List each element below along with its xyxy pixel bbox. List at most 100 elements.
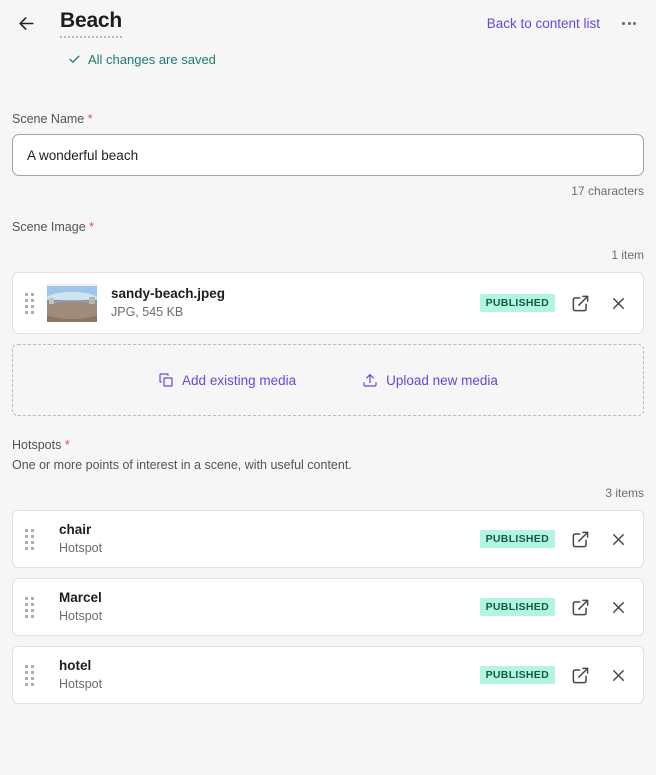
save-status-label: All changes are saved	[88, 51, 216, 67]
check-icon	[68, 53, 81, 66]
hotspot-item-name: Marcel	[59, 590, 102, 605]
media-item-text: sandy-beach.jpeg JPG, 545 KB	[111, 285, 480, 321]
handle-dot	[31, 310, 34, 314]
drag-handle-icon[interactable]	[23, 596, 39, 618]
handle-dot	[25, 608, 28, 612]
hotspot-item-row[interactable]: Marcel Hotspot PUBLISHED	[12, 578, 644, 636]
page-title-wrap: Beach	[60, 9, 122, 38]
handle-dot	[25, 310, 28, 314]
scene-name-input[interactable]	[12, 134, 644, 176]
hotspots-count: 3 items	[605, 486, 644, 500]
upload-new-media-label: Upload new media	[386, 372, 498, 388]
hotspot-item-type: Hotspot	[59, 541, 103, 555]
handle-dot	[31, 682, 34, 686]
handle-dot	[25, 292, 28, 296]
hotspots-label: Hotspots *	[12, 438, 644, 452]
upload-new-media-button[interactable]: Upload new media	[362, 372, 498, 388]
required-marker: *	[64, 438, 70, 452]
hotspot-item-name: hotel	[59, 658, 92, 673]
handle-dot	[31, 546, 34, 550]
scene-name-label: Scene Name *	[12, 112, 644, 126]
open-in-new-icon[interactable]	[567, 594, 593, 620]
hotspot-item-type: Hotspot	[59, 609, 103, 623]
hotspot-item-text: hotel Hotspot	[59, 657, 480, 693]
handle-dot	[31, 676, 34, 680]
handle-dot	[31, 596, 34, 600]
scene-name-field: Scene Name * 17 characters	[12, 112, 644, 198]
required-marker: *	[89, 220, 95, 234]
scene-editor-page: Beach Back to content list All changes a…	[0, 0, 656, 775]
handle-dot	[25, 298, 28, 302]
scene-image-count: 1 item	[611, 248, 644, 262]
handle-dot	[25, 528, 28, 532]
handle-dot	[25, 676, 28, 680]
hotspot-item-text: Marcel Hotspot	[59, 589, 480, 625]
media-item-name: sandy-beach.jpeg	[111, 286, 226, 301]
drag-handle-icon[interactable]	[23, 528, 39, 550]
save-status: All changes are saved	[0, 46, 656, 72]
open-in-new-icon[interactable]	[567, 662, 593, 688]
close-icon[interactable]	[605, 594, 631, 620]
status-badge: PUBLISHED	[479, 294, 555, 312]
scene-image-field: Scene Image * 1 item sandy-beach.jpeg JP…	[12, 220, 644, 416]
drag-handle-icon[interactable]	[23, 292, 39, 314]
handle-dot	[25, 602, 28, 606]
back-to-content-list-link[interactable]: Back to content list	[487, 16, 600, 31]
scene-image-label: Scene Image *	[12, 220, 644, 234]
handle-dot	[31, 602, 34, 606]
handle-dot	[25, 670, 28, 674]
handle-dot	[31, 528, 34, 532]
hotspots-field: Hotspots * One or more points of interes…	[12, 438, 644, 704]
handle-dot	[31, 304, 34, 308]
app-header: Beach Back to content list	[0, 0, 656, 46]
copy-icon	[158, 372, 174, 388]
hotspot-item-type: Hotspot	[59, 677, 103, 691]
close-icon[interactable]	[605, 526, 631, 552]
arrow-left-icon[interactable]	[12, 9, 40, 37]
panorama-beach-thumbnail	[47, 284, 97, 322]
handle-dot	[31, 664, 34, 668]
more-dot	[627, 21, 631, 25]
add-existing-media-label: Add existing media	[182, 372, 297, 388]
open-in-new-icon[interactable]	[567, 526, 593, 552]
close-icon[interactable]	[605, 662, 631, 688]
handle-dot	[31, 614, 34, 618]
upload-icon	[362, 372, 378, 388]
handle-dot	[31, 670, 34, 674]
handle-dot	[25, 664, 28, 668]
handle-dot	[25, 546, 28, 550]
hotspot-item-text: chair Hotspot	[59, 521, 480, 557]
page-title[interactable]: Beach	[60, 9, 122, 38]
handle-dot	[31, 292, 34, 296]
required-marker: *	[87, 112, 93, 126]
handle-dot	[31, 534, 34, 538]
handle-dot	[31, 608, 34, 612]
handle-dot	[25, 304, 28, 308]
hotspot-item-row[interactable]: hotel Hotspot PUBLISHED	[12, 646, 644, 704]
handle-dot	[31, 298, 34, 302]
handle-dot	[25, 540, 28, 544]
open-in-new-icon[interactable]	[567, 290, 593, 316]
status-badge: PUBLISHED	[479, 598, 555, 616]
hotspots-label-text: Hotspots	[12, 438, 62, 452]
hotspot-item-row[interactable]: chair Hotspot PUBLISHED	[12, 510, 644, 568]
more-dot	[621, 21, 625, 25]
handle-dot	[25, 596, 28, 600]
status-badge: PUBLISHED	[479, 666, 555, 684]
drag-handle-icon[interactable]	[23, 664, 39, 686]
add-existing-media-button[interactable]: Add existing media	[158, 372, 296, 388]
more-dot	[633, 21, 637, 25]
close-icon[interactable]	[605, 290, 631, 316]
media-item-row[interactable]: sandy-beach.jpeg JPG, 545 KB PUBLISHED	[12, 272, 644, 334]
form-body: Scene Name * 17 characters Scene Image *…	[0, 72, 656, 704]
handle-dot	[25, 682, 28, 686]
media-dropzone[interactable]: Add existing media Upload new media	[12, 344, 644, 416]
hotspots-help-text: One or more points of interest in a scen…	[12, 458, 352, 472]
more-horizontal-icon[interactable]	[618, 12, 640, 34]
hotspot-item-name: chair	[59, 522, 92, 537]
handle-dot	[25, 534, 28, 538]
scene-name-char-count: 17 characters	[571, 184, 644, 198]
scene-name-label-text: Scene Name	[12, 112, 85, 126]
handle-dot	[25, 614, 28, 618]
media-item-meta: JPG, 545 KB	[111, 305, 184, 319]
